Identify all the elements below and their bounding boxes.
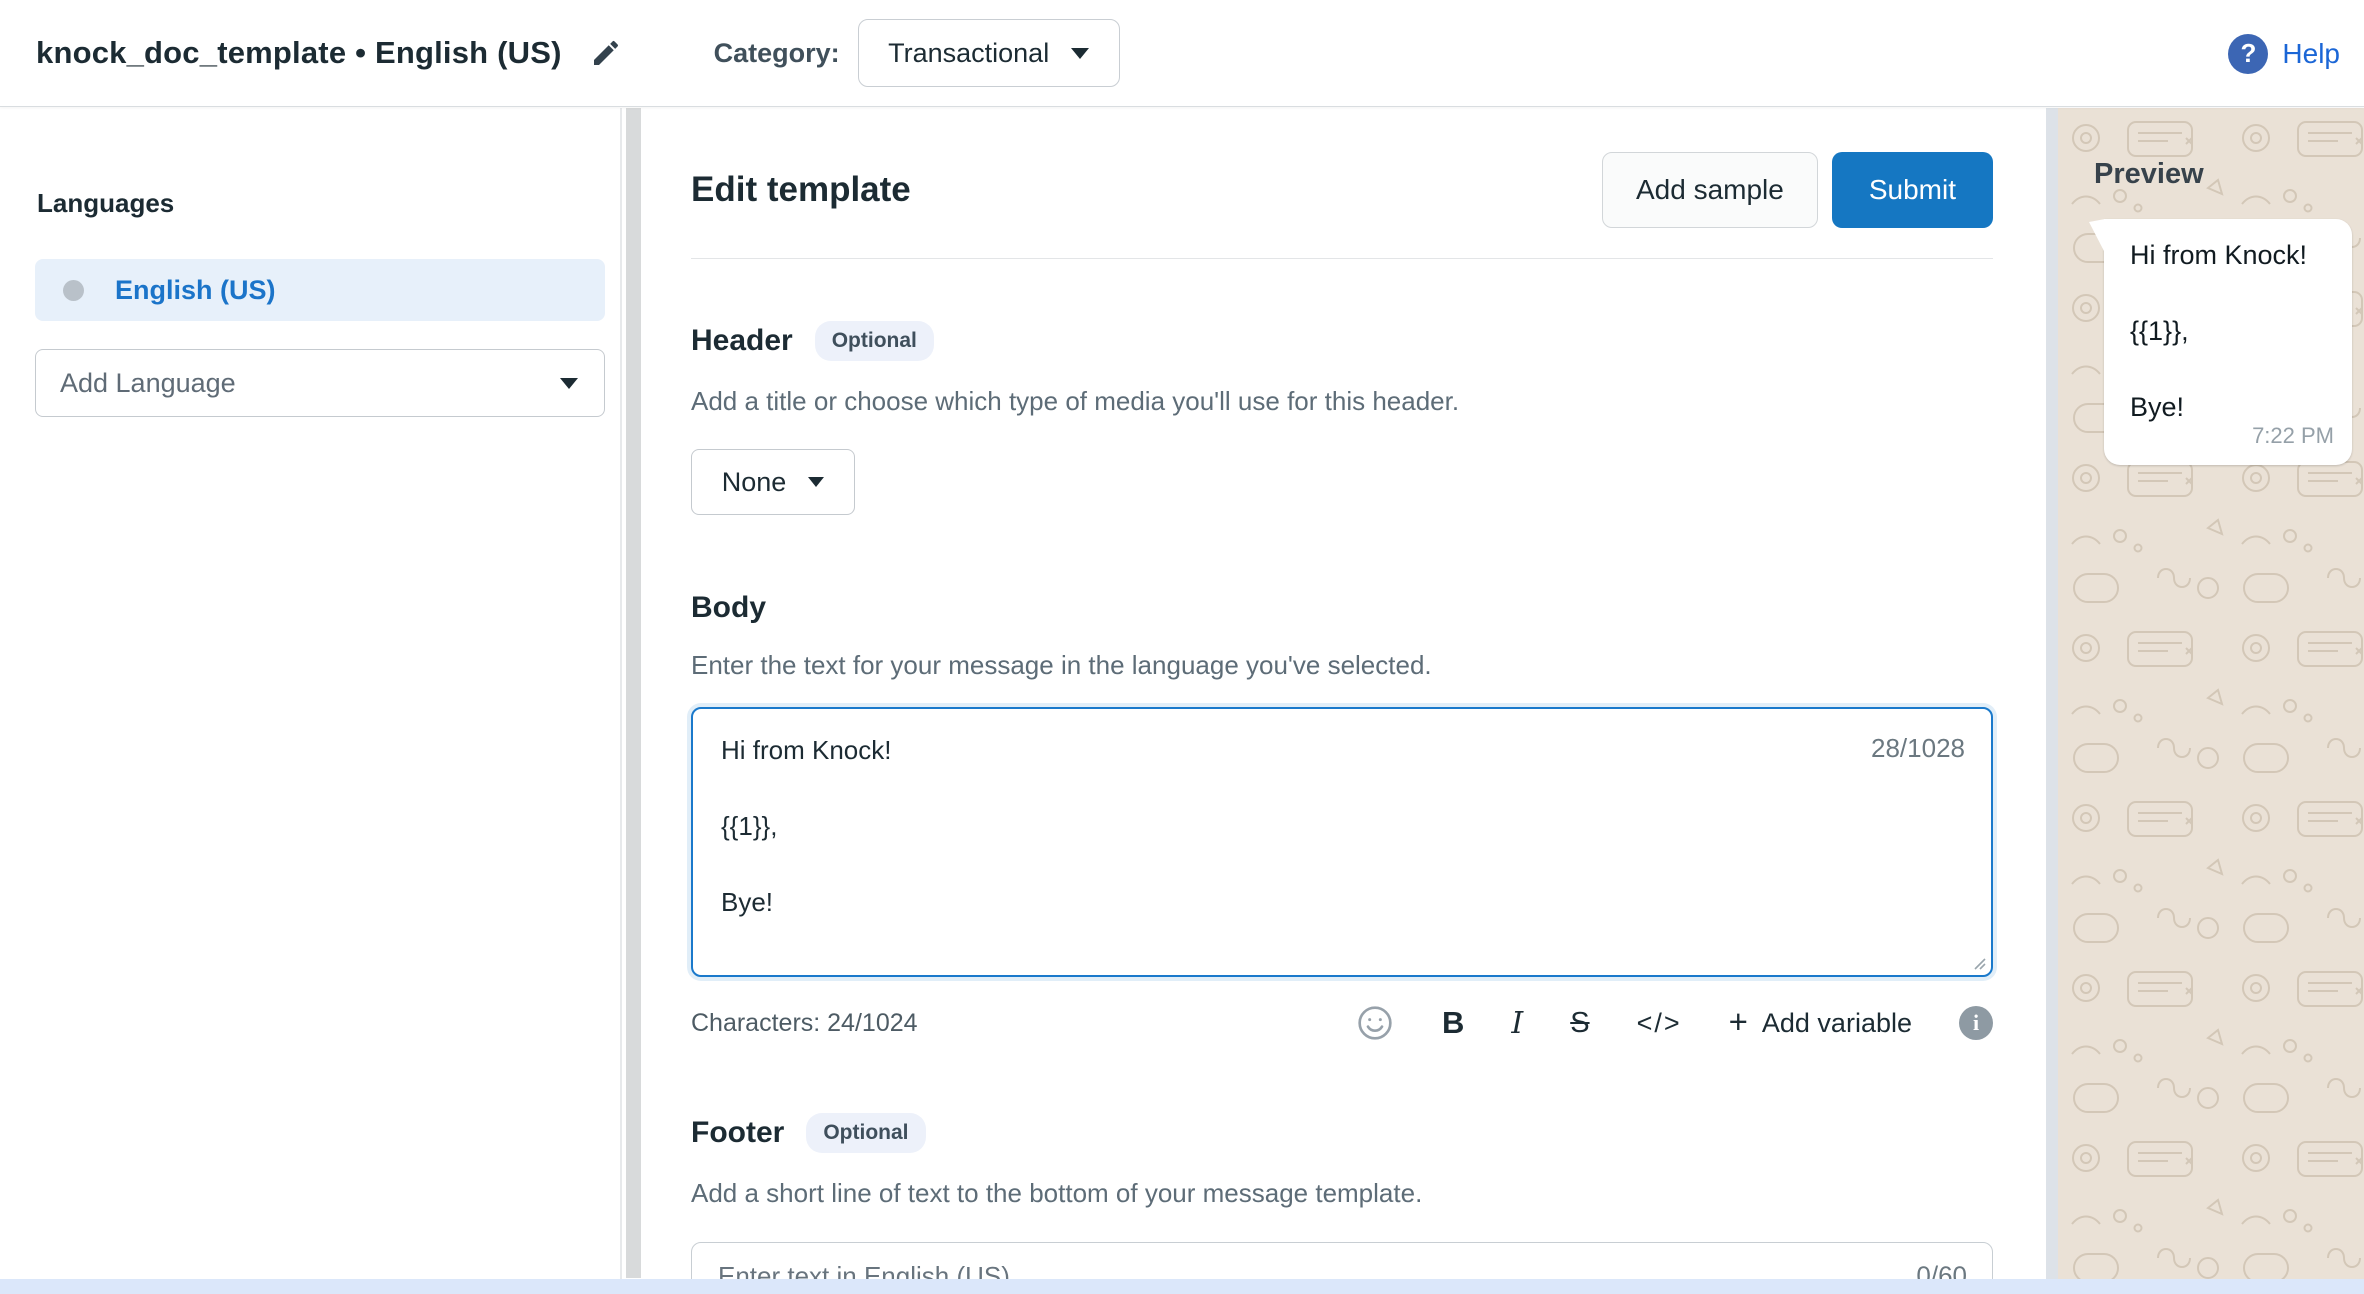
body-counter: 28/1028 [1871, 733, 1965, 764]
preview-divider [2046, 108, 2058, 1294]
optional-badge: Optional [806, 1113, 925, 1153]
bold-button[interactable]: B [1442, 1005, 1464, 1041]
submit-button[interactable]: Submit [1832, 152, 1993, 228]
language-item-label: English (US) [115, 275, 276, 306]
body-section-head: Body [691, 591, 1993, 625]
help-icon: ? [2228, 34, 2268, 74]
header-section-title: Header [691, 324, 793, 358]
add-variable-label: Add variable [1762, 1008, 1912, 1039]
chevron-down-icon [560, 378, 578, 389]
plus-icon: + [1729, 1005, 1748, 1038]
add-language-dropdown[interactable]: Add Language [35, 349, 605, 417]
category-dropdown[interactable]: Transactional [858, 19, 1120, 87]
preview-heading: Preview [2094, 158, 2364, 191]
language-item-english-us[interactable]: English (US) [35, 259, 605, 321]
languages-heading: Languages [37, 188, 620, 219]
chevron-down-icon [1071, 48, 1089, 59]
header-type-dropdown[interactable]: None [691, 449, 855, 515]
message-line: {{1}}, [2130, 315, 2328, 347]
chevron-down-icon [808, 477, 824, 487]
message-timestamp: 7:22 PM [2252, 423, 2334, 449]
header-section-head: Header Optional [691, 321, 1993, 361]
header-description: Add a title or choose which type of medi… [691, 386, 1993, 417]
edit-template-header: Edit template Add sample Submit [691, 152, 1993, 228]
code-button[interactable]: </> [1637, 1008, 1682, 1039]
header-type-value: None [722, 467, 787, 498]
preview-panel: Preview Hi from Knock! {{1}}, Bye! 7:22 … [2058, 108, 2364, 1294]
resize-handle[interactable] [1970, 954, 1986, 970]
add-language-placeholder: Add Language [60, 368, 560, 399]
template-title: knock_doc_template • English (US) [36, 35, 562, 71]
bubble-tail-icon [2089, 219, 2105, 257]
strikethrough-button[interactable]: S [1570, 1007, 1589, 1040]
emoji-icon [1355, 1003, 1395, 1043]
edit-title-button[interactable] [590, 37, 622, 69]
optional-badge: Optional [815, 321, 934, 361]
body-textarea-box: Hi from Knock! {{1}}, Bye! 28/1028 [691, 707, 1993, 977]
message-line: Bye! [2130, 391, 2328, 423]
language-status-dot-icon [63, 280, 84, 301]
main-scrollbar[interactable] [626, 108, 641, 1278]
bottom-strip [0, 1279, 2364, 1294]
footer-description: Add a short line of text to the bottom o… [691, 1178, 1993, 1209]
footer-section-title: Footer [691, 1116, 784, 1150]
body-toolbar: Characters: 24/1024 B I S </> + Add vari… [691, 1003, 1993, 1043]
add-variable-button[interactable]: + Add variable [1729, 1008, 1912, 1039]
category-label: Category: [714, 38, 840, 69]
pencil-icon [590, 37, 622, 69]
body-section-title: Body [691, 591, 766, 625]
message-line: Hi from Knock! [2130, 239, 2328, 271]
sidebar-divider [620, 108, 622, 1294]
add-sample-button[interactable]: Add sample [1602, 152, 1818, 228]
emoji-button[interactable] [1355, 1003, 1395, 1043]
section-divider [691, 258, 1993, 259]
characters-count: Characters: 24/1024 [691, 1009, 918, 1038]
body-description: Enter the text for your message in the l… [691, 650, 1993, 681]
page-title: Edit template [691, 170, 911, 210]
footer-section-head: Footer Optional [691, 1113, 1993, 1153]
italic-button[interactable]: I [1511, 1006, 1523, 1041]
help-label: Help [2282, 38, 2340, 70]
languages-sidebar: Languages English (US) Add Language [0, 108, 620, 1294]
help-button[interactable]: ? Help [2218, 0, 2350, 107]
body-textarea[interactable]: Hi from Knock! {{1}}, Bye! [693, 709, 1991, 975]
topbar: knock_doc_template • English (US) Catego… [0, 0, 2364, 107]
message-bubble: Hi from Knock! {{1}}, Bye! 7:22 PM [2104, 219, 2352, 465]
edit-template-panel: Edit template Add sample Submit Header O… [641, 108, 2046, 1294]
category-value: Transactional [888, 38, 1049, 69]
info-icon[interactable]: i [1959, 1006, 1993, 1040]
